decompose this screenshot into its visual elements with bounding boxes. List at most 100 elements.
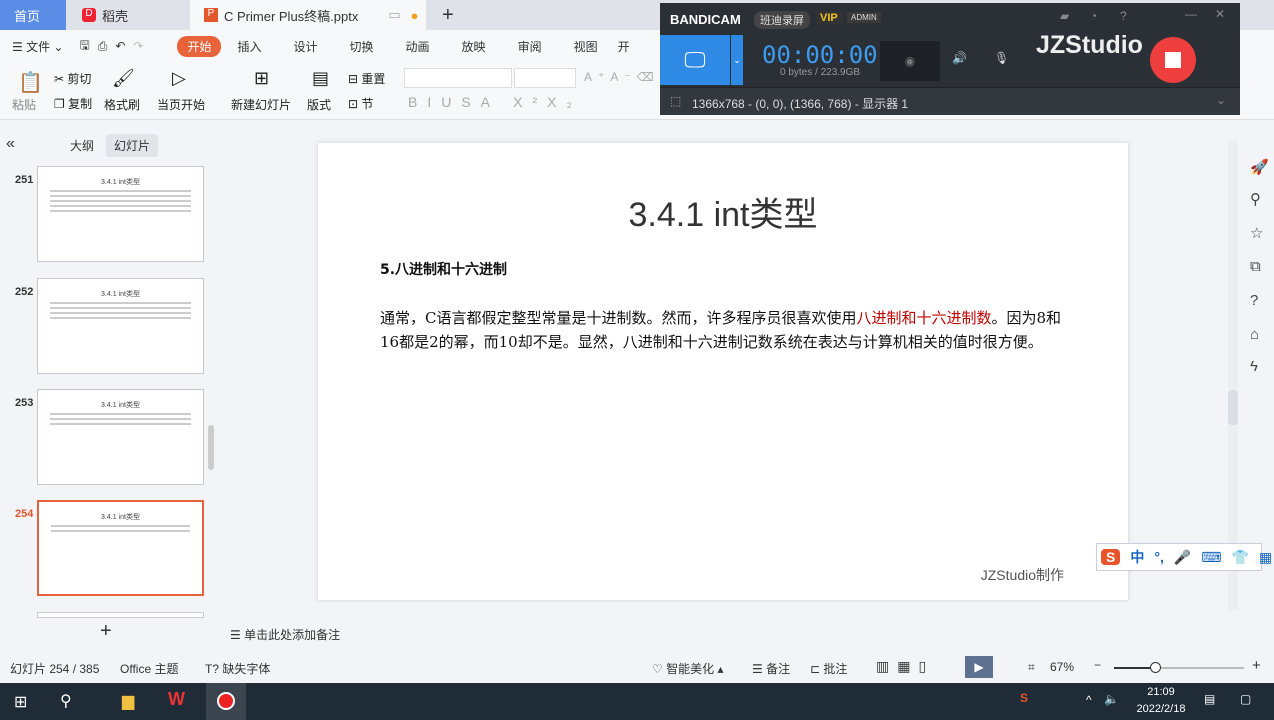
print-icon[interactable]: ⎙	[94, 39, 112, 54]
ime-toolbar[interactable]: S 中 °, 🎤 ⌨ 👕 ▦	[1096, 543, 1272, 571]
star-icon[interactable]: ☆	[1250, 224, 1263, 242]
reset-button[interactable]: ⊟ 重置	[348, 70, 385, 87]
sogou-tray-icon[interactable]: S	[1020, 691, 1028, 705]
menu-animation[interactable]: 动画	[390, 38, 446, 55]
notes-toggle-button[interactable]: ☰ 备注	[752, 660, 790, 677]
monitor-icon[interactable]: ▭	[388, 7, 400, 23]
font-name-select[interactable]	[404, 68, 512, 88]
menu-slideshow[interactable]: 放映	[446, 38, 502, 55]
paste-icon[interactable]: 📋	[18, 70, 43, 95]
undo-icon[interactable]: ↶	[111, 39, 129, 53]
region-bar[interactable]: ⬚ 1366x768 - (0, 0), (1366, 768) - 显示器 1…	[660, 87, 1240, 115]
slide-thumbnail-partial[interactable]	[37, 612, 204, 618]
rocket-icon[interactable]: 🚀	[1250, 158, 1269, 176]
screen-share-icon[interactable]: ⧉	[1250, 258, 1261, 275]
play-slideshow-button[interactable]: ▶	[965, 656, 993, 678]
ime-punctuation[interactable]: °,	[1154, 549, 1164, 565]
close-icon[interactable]: ✕	[1215, 7, 1225, 21]
format-painter-button[interactable]: 格式刷	[104, 96, 140, 113]
mode-dropdown[interactable]: ⌄	[731, 35, 743, 85]
notes-area[interactable]: ☰ 单击此处添加备注	[230, 626, 340, 643]
tab-outline[interactable]: 大纲	[70, 137, 94, 154]
new-slide-button[interactable]: 新建幻灯片	[231, 96, 291, 113]
folder-icon[interactable]: ▰	[1060, 9, 1069, 23]
slide-canvas[interactable]: 3.4.1 int类型 5.八进制和十六进制 通常，C语言都假定整型常量是十进制…	[318, 143, 1128, 600]
panel-scrollbar[interactable]	[208, 425, 214, 470]
speaker-icon[interactable]: 🔊	[952, 51, 967, 65]
zoom-slider[interactable]	[1114, 662, 1244, 673]
view-mode-buttons[interactable]: ▥▦▯	[876, 658, 934, 675]
tab-slides[interactable]: 幻灯片	[106, 134, 159, 157]
fit-icon[interactable]: ⌗	[1028, 660, 1035, 675]
paste-button[interactable]: 粘贴	[12, 96, 36, 113]
microphone-icon[interactable]: 🎙	[994, 51, 1009, 65]
file-menu[interactable]: ☰ 文件 ⌄	[0, 38, 76, 55]
missing-font-button[interactable]: T? 缺失字体	[205, 660, 270, 677]
timer-icon[interactable]: ◔	[1090, 9, 1097, 23]
keyboard-icon[interactable]: ⌨	[1201, 549, 1221, 566]
menu-design[interactable]: 设计	[278, 38, 334, 55]
bandicam-taskbar-button[interactable]	[206, 683, 246, 720]
volume-icon[interactable]: 🔈	[1104, 692, 1119, 706]
font-size-select[interactable]	[514, 68, 576, 88]
minimize-icon[interactable]: —	[1185, 7, 1197, 21]
new-tab-button[interactable]: +	[428, 0, 454, 30]
screen-mode-button[interactable]: 🖵	[660, 35, 730, 85]
menu-view[interactable]: 视图	[558, 38, 614, 55]
redo-icon[interactable]: ↷	[129, 39, 147, 53]
font-size-buttons[interactable]: A⁺A⁻⌫	[584, 70, 660, 84]
shop-icon[interactable]: ⌂	[1250, 326, 1259, 343]
layout-button[interactable]: 版式	[307, 96, 331, 113]
tray-expand-icon[interactable]: ^	[1086, 693, 1092, 707]
clock-date[interactable]: 2022/2/18	[1128, 703, 1194, 715]
notification-icon[interactable]: ▢	[1240, 692, 1251, 706]
collapse-panel-icon[interactable]: «	[6, 135, 15, 153]
slide-paragraph[interactable]: 通常，C语言都假定整型常量是十进制数。然而，许多程序员很喜欢使用八进制和十六进制…	[380, 306, 1070, 354]
cut-button[interactable]: ✂ 剪切	[54, 70, 91, 87]
tab-home[interactable]: 首页	[0, 0, 66, 30]
apps-icon[interactable]: ▦	[1259, 549, 1272, 566]
menu-transition[interactable]: 切换	[334, 38, 390, 55]
menu-insert[interactable]: 插入	[221, 38, 277, 55]
tab-document[interactable]: P C Primer Plus终稿.pptx ▭ ●	[190, 0, 426, 30]
menu-review[interactable]: 审阅	[502, 38, 558, 55]
zoom-slider-thumb[interactable]	[1150, 662, 1161, 673]
slide-thumbnail-active[interactable]: 3.4.1 int类型	[37, 500, 204, 596]
play-current-button[interactable]: 当页开始	[157, 96, 205, 113]
region-dropdown-icon[interactable]: ⌄	[1216, 93, 1226, 107]
zoom-level[interactable]: 67%	[1050, 660, 1074, 674]
help-icon[interactable]: ?	[1120, 9, 1127, 23]
menu-home[interactable]: 开始	[177, 35, 222, 57]
slide-thumbnail[interactable]: 3.4.1 int类型	[37, 278, 204, 374]
wps-icon[interactable]: W	[168, 689, 185, 710]
copy-button[interactable]: ❐ 复制	[54, 95, 92, 112]
add-slide-button[interactable]: +	[100, 620, 112, 643]
file-explorer-icon[interactable]: ▆	[122, 691, 134, 711]
zoom-in-button[interactable]: +	[1252, 657, 1261, 674]
tab-docer[interactable]: D 稻壳	[68, 0, 188, 30]
clock-time[interactable]: 21:09	[1136, 686, 1186, 698]
windows-start-icon[interactable]: ⊞	[14, 692, 27, 712]
comment-button[interactable]: ⊏ 批注	[810, 660, 847, 677]
section-button[interactable]: ⊡ 节	[348, 95, 373, 112]
ime-language[interactable]: 中	[1130, 547, 1144, 567]
save-icon[interactable]: 🖫	[76, 36, 94, 57]
text-format-buttons[interactable]: BIUSA X²X₂	[408, 94, 582, 110]
vertical-scrollbar[interactable]	[1228, 140, 1238, 610]
beautify-button[interactable]: ♡ 智能美化 ▴	[652, 660, 723, 677]
slide-thumbnail[interactable]: 3.4.1 int类型	[37, 166, 204, 262]
microphone-icon[interactable]: 🎤	[1174, 549, 1191, 566]
slide-title[interactable]: 3.4.1 int类型	[318, 187, 1128, 236]
webcam-icon[interactable]: ◉	[880, 41, 940, 81]
adjust-icon[interactable]: ⚲	[1250, 190, 1261, 208]
lightning-icon[interactable]: ϟ	[1250, 358, 1258, 375]
menu-more[interactable]: 开	[614, 38, 634, 55]
search-icon[interactable]: ⚲	[60, 691, 72, 711]
help-icon[interactable]: ?	[1250, 292, 1258, 309]
record-button[interactable]	[1150, 37, 1196, 83]
notes-tray-icon[interactable]: ▤	[1204, 692, 1215, 706]
slide-heading[interactable]: 5.八进制和十六进制	[380, 259, 507, 279]
skin-icon[interactable]: 👕	[1232, 549, 1249, 566]
slide-thumbnail[interactable]: 3.4.1 int类型	[37, 389, 204, 485]
zoom-out-button[interactable]: −	[1094, 658, 1101, 672]
